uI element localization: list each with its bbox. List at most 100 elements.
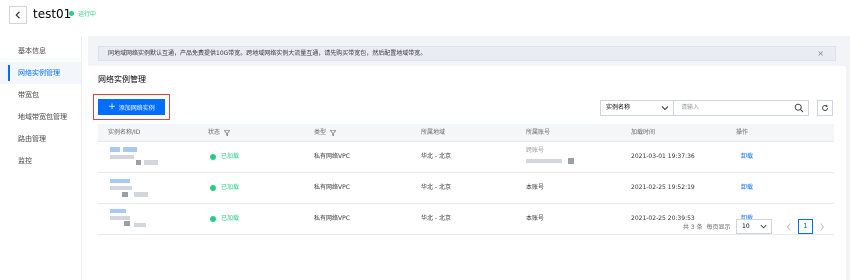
page-number-current[interactable]: 1 <box>798 219 813 234</box>
search-field-select[interactable]: 实例名称 <box>601 101 674 115</box>
prev-page-button[interactable] <box>785 222 793 232</box>
header: test01 运行中 <box>0 0 850 33</box>
redacted-block <box>122 192 128 197</box>
sidebar-item-basic-info[interactable]: 基本信息 <box>0 40 81 62</box>
type-cell: 私有网络VPC <box>314 215 350 222</box>
table-row: 已加载 私有网络VPC 华北 - 北京 本账号 2021-02-25 19:52… <box>98 173 834 204</box>
status-text: 已加载 <box>221 153 240 160</box>
redacted-block <box>123 147 137 152</box>
status-text: 已加载 <box>221 184 240 191</box>
chevron-left-icon <box>786 223 791 231</box>
filter-icon[interactable] <box>224 130 231 136</box>
chevron-down-icon <box>760 224 767 229</box>
search-field-value: 实例名称 <box>606 104 631 111</box>
highlight-box: + 添加网络实例 <box>93 94 170 120</box>
chevron-right-icon <box>820 223 825 231</box>
redacted-block <box>134 192 148 197</box>
main-content: 同地域网络实例默认互通，产品免费提供10G带宽。跨地域网络实例大流量互通，请先购… <box>88 36 850 280</box>
redacted-block <box>110 147 120 152</box>
page: test01 运行中 基本信息 网络实例管理 带宽包 地域带宽包管理 路由管理 … <box>0 0 850 280</box>
account-cell: 本账号 <box>526 184 545 191</box>
search-box: 实例名称 请输入 <box>600 100 809 116</box>
redacted-block <box>110 179 130 183</box>
redacted-block <box>110 209 126 213</box>
plus-icon: + <box>108 101 116 112</box>
refresh-icon <box>822 104 828 111</box>
redacted-block <box>110 216 130 220</box>
instance-table: 实例名称/ID 状态 类型 所属地域 所属账号 加载时间 操作 已加载 私有网络… <box>98 124 834 235</box>
column-header-actions: 操作 <box>736 128 748 138</box>
instance-card: 网络实例管理 + 添加网络实例 实例名称 请输入 实例名称/ID 状态 类型 所… <box>88 66 846 280</box>
sidebar: 基本信息 网络实例管理 带宽包 地域带宽包管理 路由管理 监控 <box>0 36 82 280</box>
status-cell: 已加载 <box>210 183 239 193</box>
type-cell: 私有网络VPC <box>314 153 350 160</box>
success-icon <box>210 216 216 222</box>
column-header-region: 所属地域 <box>421 128 445 138</box>
per-page-label: 每页显示 <box>706 224 731 231</box>
total-text: 共 3 条 <box>683 224 703 231</box>
scroll-gutter <box>846 36 850 280</box>
time-cell: 2021-03-01 19:37:36 <box>631 153 695 160</box>
account-cell: 跨账号 <box>526 147 545 154</box>
account-cell: 本账号 <box>526 215 545 222</box>
status-indicator: 运行中 <box>69 9 96 18</box>
add-instance-label: 添加网络实例 <box>118 104 155 112</box>
column-header-account: 所属账号 <box>526 128 550 138</box>
section-title: 网络实例管理 <box>98 75 146 84</box>
column-label: 操作 <box>736 129 749 136</box>
search-input[interactable]: 请输入 <box>681 103 699 113</box>
column-label: 所属地域 <box>421 129 446 136</box>
column-header-name: 实例名称/ID <box>108 128 140 138</box>
unload-link[interactable]: 卸载 <box>741 152 753 162</box>
redacted-block <box>124 221 130 226</box>
filter-icon[interactable] <box>330 130 337 136</box>
notice-text: 同地域网络实例默认互通，产品免费提供10G带宽。跨地域网络实例大流量互通，请先购… <box>108 50 427 57</box>
per-page-value: 10 <box>742 223 750 230</box>
add-instance-button[interactable]: + 添加网络实例 <box>98 99 165 115</box>
status-text: 运行中 <box>78 11 97 18</box>
region-cell: 华北 - 北京 <box>421 215 451 222</box>
column-label: 加载时间 <box>631 129 656 136</box>
status-dot-icon <box>69 11 74 16</box>
type-cell: 私有网络VPC <box>314 184 350 191</box>
sidebar-item-monitoring[interactable]: 监控 <box>0 150 81 172</box>
sidebar-item-region-bandwidth[interactable]: 地域带宽包管理 <box>0 106 81 128</box>
column-label: 类型 <box>314 129 327 136</box>
search-icon[interactable] <box>794 103 804 113</box>
page-title: test01 <box>33 7 72 21</box>
success-icon <box>210 185 216 191</box>
unload-link[interactable]: 卸载 <box>741 183 753 193</box>
next-page-button[interactable] <box>818 222 826 232</box>
total-count: 共 3 条 每页显示 <box>683 223 730 233</box>
notice-banner: 同地域网络实例默认互通，产品免费提供10G带宽。跨地域网络实例大流量互通，请先购… <box>98 46 836 61</box>
back-button[interactable] <box>9 6 27 24</box>
sidebar-item-network-instances[interactable]: 网络实例管理 <box>0 62 81 84</box>
time-cell: 2021-02-25 19:52:19 <box>631 184 695 191</box>
redacted-block <box>526 159 562 163</box>
column-header-type[interactable]: 类型 <box>314 128 337 138</box>
column-label: 实例名称/ID <box>108 129 141 136</box>
status-cell: 已加载 <box>210 214 239 224</box>
sidebar-item-bandwidth-package[interactable]: 带宽包 <box>0 84 81 106</box>
column-header-time: 加载时间 <box>631 128 655 138</box>
close-icon[interactable]: × <box>817 49 824 59</box>
sidebar-item-route-management[interactable]: 路由管理 <box>0 128 81 150</box>
redacted-block <box>110 155 134 159</box>
column-label: 所属账号 <box>526 129 551 136</box>
column-label: 状态 <box>208 129 221 136</box>
table-header: 实例名称/ID 状态 类型 所属地域 所属账号 加载时间 操作 <box>98 124 834 142</box>
per-page-select[interactable]: 10 <box>736 219 772 234</box>
redacted-block <box>144 160 158 165</box>
status-cell: 已加载 <box>210 152 239 162</box>
redacted-block <box>110 186 132 190</box>
success-icon <box>210 154 216 160</box>
redacted-block <box>568 158 574 164</box>
redacted-block <box>136 160 141 165</box>
chevron-left-icon <box>15 11 20 19</box>
column-header-status[interactable]: 状态 <box>208 128 231 138</box>
table-row: 已加载 私有网络VPC 华北 - 北京 跨账号 2021-03-01 19:37… <box>98 142 834 173</box>
status-text: 已加载 <box>221 215 240 222</box>
refresh-button[interactable] <box>817 100 833 116</box>
region-cell: 华北 - 北京 <box>421 184 451 191</box>
redacted-block <box>134 223 146 227</box>
